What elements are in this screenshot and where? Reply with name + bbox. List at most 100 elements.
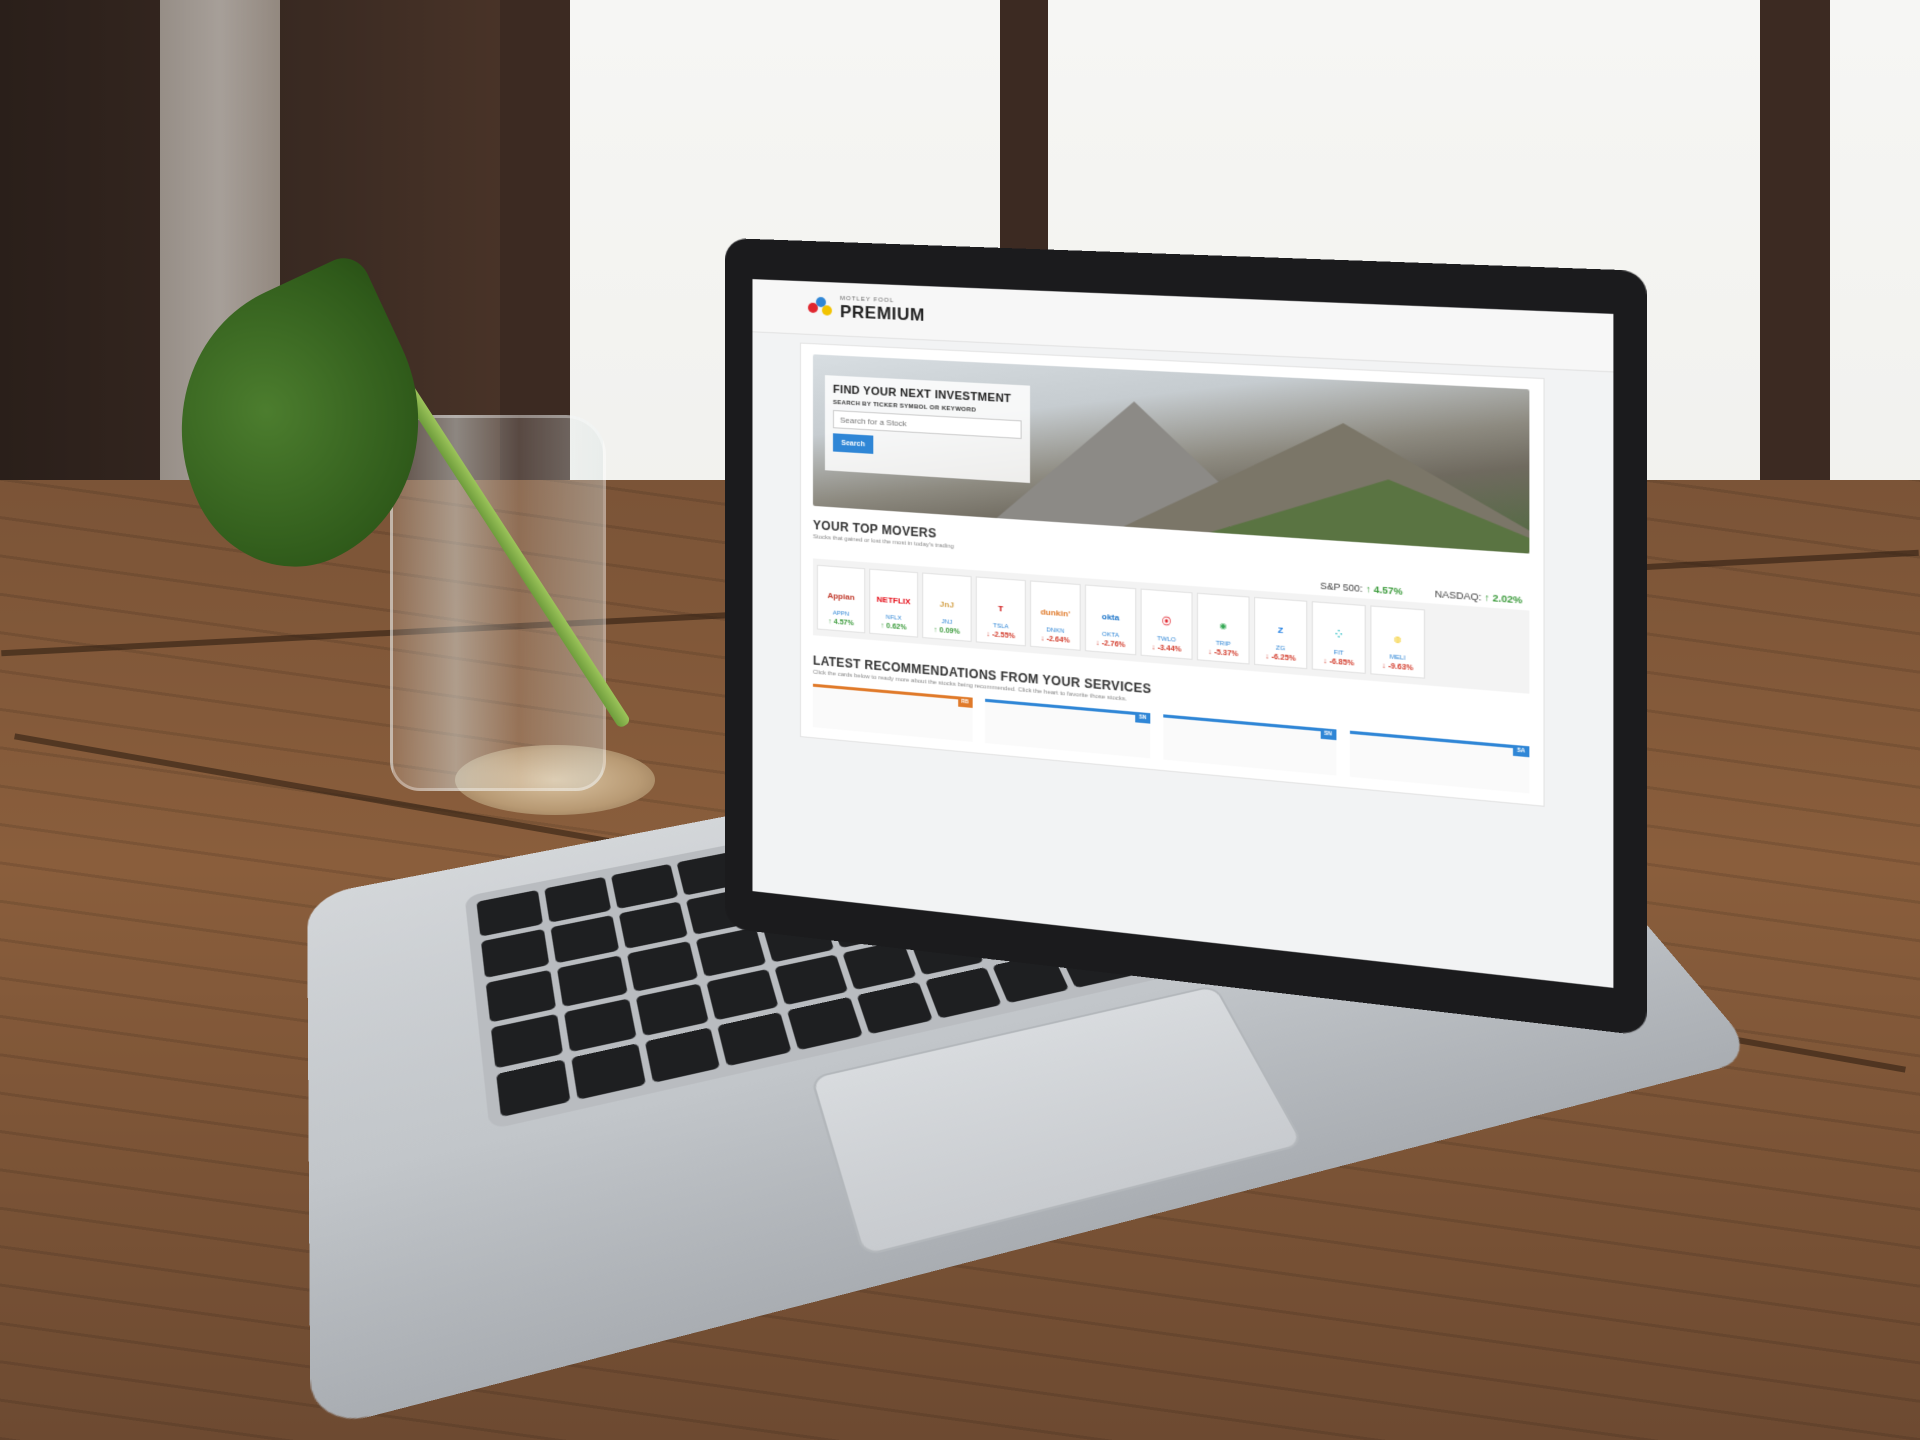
- change-value: -3.44%: [1157, 644, 1182, 654]
- recommendation-card[interactable]: SN: [984, 698, 1151, 759]
- mover-ticker[interactable]: FIT: [1334, 650, 1344, 657]
- up-arrow-icon: ↑: [880, 622, 885, 630]
- keyboard-key[interactable]: [550, 915, 619, 964]
- up-arrow-icon: ↑: [1484, 592, 1490, 604]
- keyboard-key[interactable]: [490, 1013, 563, 1069]
- keyboard-key[interactable]: [480, 928, 550, 979]
- mover-ticker[interactable]: TSLA: [993, 623, 1009, 630]
- keyboard-key[interactable]: [476, 889, 543, 937]
- recommendation-card[interactable]: RB: [812, 683, 973, 742]
- mover-card[interactable]: T TSLA ↓ -2.55%: [975, 576, 1026, 647]
- mover-card[interactable]: ◉ TRIP ↓ -5.37%: [1196, 592, 1250, 665]
- change-value: 0.62%: [886, 622, 907, 632]
- service-badge: RB: [957, 696, 973, 708]
- mover-change: ↓ -9.63%: [1382, 662, 1414, 672]
- keyboard-key[interactable]: [570, 1043, 646, 1100]
- mover-card[interactable]: ⦿ TWLO ↓ -3.44%: [1140, 588, 1193, 660]
- index-sp500: S&P 500: ↑ 4.57%: [1320, 580, 1402, 597]
- change-value: -2.64%: [1046, 635, 1070, 645]
- mover-ticker[interactable]: JNJ: [942, 619, 953, 626]
- keyboard-key[interactable]: [705, 968, 780, 1021]
- keyboard-key[interactable]: [856, 981, 934, 1035]
- index-label: NASDAQ:: [1434, 588, 1482, 603]
- change-value: 4.57%: [833, 618, 854, 628]
- keyboard-key[interactable]: [716, 1011, 793, 1067]
- company-logo-icon: JnJ: [939, 598, 954, 610]
- down-arrow-icon: ↓: [1208, 648, 1212, 657]
- laptop-screen: MOTLEY FOOL PREMIUM FIND YOUR NEXT INVES…: [752, 279, 1614, 988]
- mover-ticker[interactable]: ZG: [1276, 645, 1285, 652]
- mover-change: ↓ -2.55%: [986, 631, 1015, 641]
- mover-change: ↓ -3.44%: [1152, 644, 1182, 654]
- mover-ticker[interactable]: TWLO: [1157, 636, 1176, 644]
- brand-logo[interactable]: MOTLEY FOOL PREMIUM: [840, 296, 925, 326]
- change-value: -6.25%: [1271, 653, 1296, 663]
- search-panel: FIND YOUR NEXT INVESTMENT SEARCH BY TICK…: [824, 375, 1031, 484]
- index-nasdaq: NASDAQ: ↑ 2.02%: [1435, 588, 1523, 605]
- company-logo-icon: ⦿: [1162, 615, 1171, 627]
- service-badge: SN: [1135, 711, 1151, 724]
- down-arrow-icon: ↓: [1323, 657, 1328, 666]
- keyboard-key[interactable]: [635, 983, 709, 1037]
- recommendation-card[interactable]: SN: [1163, 714, 1336, 776]
- mover-card[interactable]: ◍ MELI ↓ -9.63%: [1370, 605, 1426, 679]
- jester-logo-icon[interactable]: [807, 296, 834, 320]
- keyboard-key[interactable]: [544, 876, 611, 923]
- keyboard-key[interactable]: [787, 996, 864, 1051]
- keyboard-key[interactable]: [485, 970, 556, 1023]
- search-button[interactable]: Search: [832, 433, 874, 454]
- company-logo-icon: Appian: [827, 590, 855, 602]
- mover-ticker[interactable]: NFLX: [886, 615, 902, 622]
- change-value: -2.55%: [992, 631, 1016, 641]
- index-label: S&P 500:: [1320, 580, 1363, 595]
- mover-card[interactable]: dunkin' DNKN ↓ -2.64%: [1030, 580, 1081, 651]
- mover-change: ↑ 0.62%: [881, 622, 907, 631]
- change-value: 0.09%: [939, 627, 960, 636]
- mover-change: ↑ 0.09%: [934, 627, 960, 636]
- mover-ticker[interactable]: OKTA: [1102, 632, 1119, 640]
- company-logo-icon: T: [998, 603, 1004, 614]
- mover-change: ↓ -5.37%: [1208, 648, 1238, 658]
- keyboard-key[interactable]: [556, 955, 628, 1007]
- laptop-lid: MOTLEY FOOL PREMIUM FIND YOUR NEXT INVES…: [725, 238, 1647, 1037]
- mover-change: ↓ -2.64%: [1041, 635, 1070, 645]
- keyboard-key[interactable]: [496, 1059, 571, 1118]
- keyboard-key[interactable]: [644, 1027, 720, 1084]
- company-logo-icon: Z: [1277, 624, 1284, 635]
- keyboard-key[interactable]: [695, 927, 767, 977]
- mover-card[interactable]: NETFLIX NFLX ↑ 0.62%: [869, 568, 919, 638]
- keyboard-key[interactable]: [563, 998, 637, 1053]
- main-content: FIND YOUR NEXT INVESTMENT SEARCH BY TICK…: [799, 342, 1545, 807]
- mover-card[interactable]: Z ZG ↓ -6.25%: [1253, 596, 1308, 670]
- mover-ticker[interactable]: MELI: [1390, 654, 1406, 662]
- change-value: -2.76%: [1101, 639, 1126, 650]
- up-arrow-icon: ↑: [1365, 583, 1371, 595]
- recommendation-card[interactable]: SA: [1349, 730, 1530, 794]
- keyboard-key[interactable]: [618, 901, 688, 950]
- mover-card[interactable]: JnJ JNJ ↑ 0.09%: [922, 572, 972, 642]
- photo-scene: MOTLEY FOOL PREMIUM FIND YOUR NEXT INVES…: [0, 0, 1920, 1440]
- mover-ticker[interactable]: DNKN: [1046, 627, 1064, 635]
- mover-ticker[interactable]: APPN: [833, 610, 849, 617]
- down-arrow-icon: ↓: [1381, 662, 1386, 671]
- mover-card[interactable]: Appian APPN ↑ 4.57%: [816, 564, 866, 634]
- service-badge: SN: [1320, 728, 1336, 741]
- mover-change: ↑ 4.57%: [828, 618, 853, 627]
- keyboard-key[interactable]: [626, 941, 698, 992]
- brand-big-text: PREMIUM: [840, 301, 926, 325]
- up-arrow-icon: ↑: [933, 626, 938, 635]
- service-badge: SA: [1512, 744, 1530, 758]
- keyboard-key[interactable]: [925, 966, 1002, 1019]
- mover-card[interactable]: ⁘ FIT ↓ -6.85%: [1311, 601, 1366, 674]
- company-logo-icon: dunkin': [1040, 606, 1071, 619]
- mover-change: ↓ -6.25%: [1265, 653, 1296, 663]
- keyboard-key[interactable]: [774, 953, 849, 1006]
- down-arrow-icon: ↓: [1095, 639, 1100, 648]
- mover-card[interactable]: okta OKTA ↓ -2.76%: [1084, 584, 1137, 656]
- index-value: 2.02%: [1492, 592, 1523, 606]
- keyboard-key[interactable]: [610, 863, 678, 910]
- mover-ticker[interactable]: TRIP: [1216, 641, 1231, 649]
- up-arrow-icon: ↑: [828, 618, 832, 626]
- index-value: 4.57%: [1373, 584, 1403, 597]
- company-logo-icon: okta: [1101, 611, 1120, 623]
